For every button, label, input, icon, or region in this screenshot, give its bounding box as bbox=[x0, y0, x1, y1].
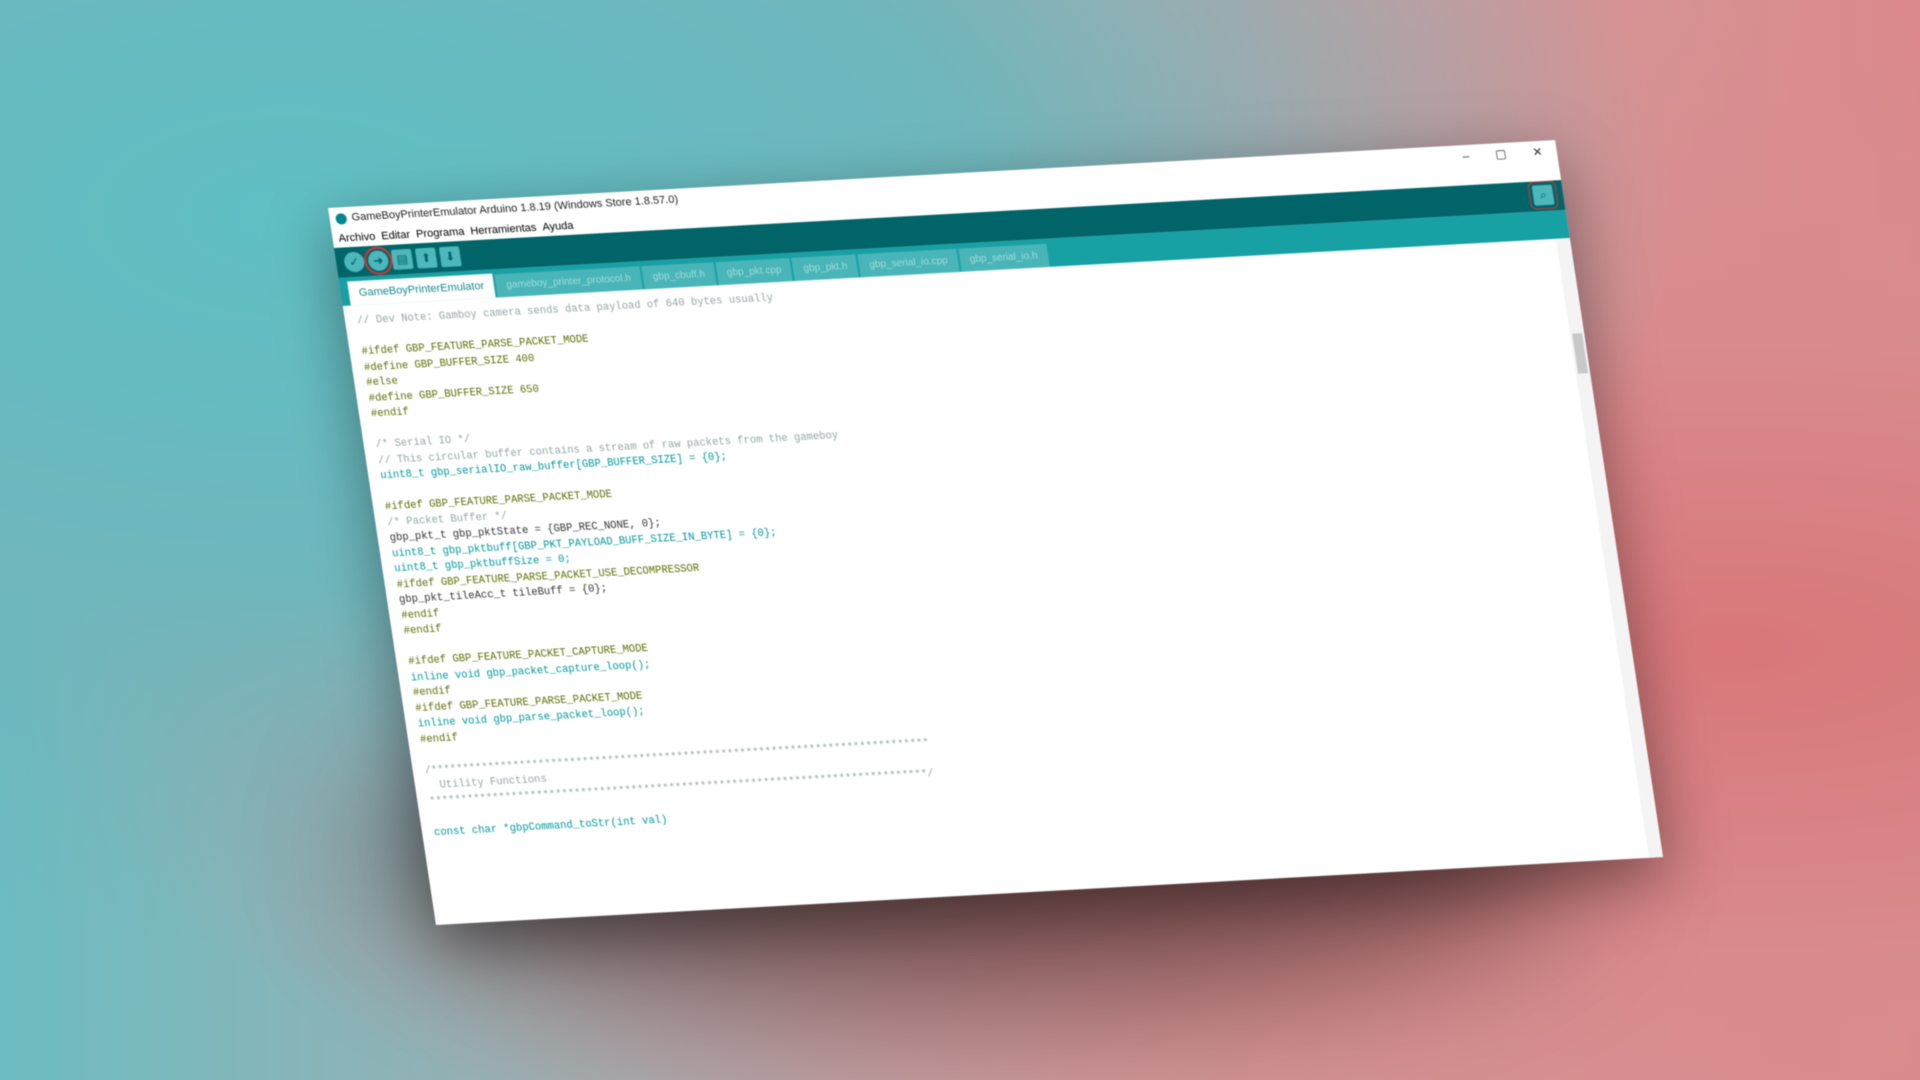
serial-monitor-button[interactable]: ⌕ bbox=[1527, 180, 1560, 210]
menu-herramientas[interactable]: Herramientas bbox=[469, 222, 537, 238]
menu-archivo[interactable]: Archivo bbox=[338, 231, 376, 245]
minimize-button[interactable]: – bbox=[1462, 149, 1471, 163]
menu-ayuda[interactable]: Ayuda bbox=[542, 220, 575, 234]
menu-programa[interactable]: Programa bbox=[415, 226, 465, 241]
new-button[interactable]: ▤ bbox=[390, 248, 414, 270]
code-editor[interactable]: // Dev Note: Gamboy camera sends data pa… bbox=[343, 238, 1663, 925]
verify-button[interactable]: ✓ bbox=[342, 251, 366, 273]
menu-editar[interactable]: Editar bbox=[380, 229, 411, 243]
close-button[interactable]: ✕ bbox=[1532, 145, 1544, 160]
arduino-logo-icon bbox=[334, 212, 348, 225]
scrollbar-thumb[interactable] bbox=[1572, 333, 1589, 374]
arduino-ide-window: GameBoyPrinterEmulator Arduino 1.8.19 (W… bbox=[328, 140, 1663, 926]
open-button[interactable]: ⬆ bbox=[414, 247, 438, 269]
maximize-button[interactable]: ▢ bbox=[1494, 147, 1507, 162]
save-button[interactable]: ⬇ bbox=[438, 246, 462, 268]
upload-button[interactable]: ➜ bbox=[362, 245, 395, 276]
